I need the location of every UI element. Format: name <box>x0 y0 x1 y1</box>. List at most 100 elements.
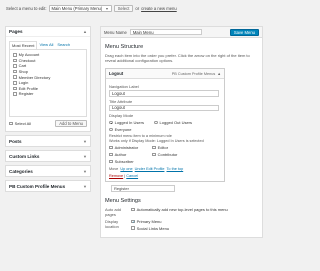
location-label: Primary Menu <box>136 219 162 225</box>
restrict-hint: Works only if Display Mode: Logged In Us… <box>109 138 204 143</box>
page-label: Register <box>18 91 34 97</box>
item-actions: Remove | Cancel <box>109 174 139 179</box>
role-checkbox[interactable] <box>109 159 113 164</box>
role-author[interactable]: Author <box>109 152 142 157</box>
location-social-links-menu[interactable]: Social Links Menu <box>131 226 169 231</box>
radio-logged-out[interactable]: Logged Out Users <box>153 120 193 125</box>
posts-box-title: Posts <box>9 138 22 144</box>
pb-custom-profile-menus-box: PB Custom Profile Menus ▼ <box>5 180 91 192</box>
navigation-label-input[interactable]: Logout <box>109 90 219 97</box>
remove-link[interactable]: Remove <box>109 174 123 178</box>
pages-box-header[interactable]: Pages ▲ <box>6 27 90 37</box>
cancel-link[interactable]: Cancel <box>126 174 138 178</box>
page-label: Login <box>18 80 29 86</box>
page-checkbox[interactable] <box>13 92 17 96</box>
title-attribute-input[interactable]: Logout <box>109 104 219 111</box>
location-checkbox[interactable] <box>131 220 135 224</box>
menu-item-register[interactable]: Register <box>111 185 175 193</box>
location-checkbox[interactable] <box>131 226 135 230</box>
menu-structure-description: Drag each item into the order you prefer… <box>105 53 250 63</box>
tab-most-recent[interactable]: Most Recent <box>9 41 38 49</box>
tab-search[interactable]: Search <box>55 41 72 49</box>
menu-item-register-label: Register <box>114 186 129 192</box>
page-label: Cart <box>18 63 27 69</box>
pages-box-title: Pages <box>9 29 23 34</box>
save-menu-button[interactable]: Save Menu <box>229 28 259 36</box>
categories-box-title: Categories <box>9 168 33 174</box>
list-item[interactable]: Register <box>13 91 83 97</box>
role-label: Author <box>114 152 127 158</box>
add-to-menu-button[interactable]: Add to Menu <box>55 120 87 127</box>
display-mode-label: Display Mode <box>109 113 134 118</box>
menu-structure-panel: Menu Structure Drag each item into the o… <box>100 38 263 238</box>
menu-name-input[interactable]: Main Menu <box>129 28 202 36</box>
move-links: Move Up one Under Edit Profile To the to… <box>109 167 221 171</box>
page-checkbox[interactable] <box>13 53 17 57</box>
role-label: Administrator <box>114 145 139 151</box>
location-primary-menu[interactable]: Primary Menu <box>131 219 169 224</box>
categories-box-header[interactable]: Categories ▼ <box>6 166 90 176</box>
select-all-checkbox[interactable] <box>9 121 13 126</box>
radio-label: Logged Out Users <box>159 120 193 125</box>
menu-settings: Menu Settings Auto add pages Automatical… <box>105 198 258 231</box>
chevron-down-icon: ▼ <box>105 6 109 11</box>
pb-custom-profile-menus-box-header[interactable]: PB Custom Profile Menus ▼ <box>6 181 90 191</box>
pages-list: My Account Checkout Cart Shop Member Dir… <box>9 49 87 117</box>
page-checkbox[interactable] <box>13 80 17 85</box>
auto-add-option[interactable]: Automatically add new top-level pages to… <box>131 207 228 212</box>
role-checkbox[interactable] <box>152 152 156 157</box>
custom-links-box-header[interactable]: Custom Links ▼ <box>6 151 90 161</box>
radio-logged-in[interactable]: Logged In Users <box>109 120 144 125</box>
select-all-label: Select All <box>14 121 32 126</box>
menu-name-bar: Menu Name Main Menu Save Menu <box>100 26 263 38</box>
radio-everyone[interactable]: Everyone <box>109 127 132 132</box>
select-all[interactable]: Select All <box>9 121 31 126</box>
menu-structure-title: Menu Structure <box>105 44 144 50</box>
chevron-up-icon[interactable]: ▲ <box>217 72 221 76</box>
auto-add-row: Auto add pages Automatically add new top… <box>105 207 258 217</box>
tab-view-all[interactable]: View All <box>37 41 55 49</box>
role-editor[interactable]: Editor <box>152 145 185 150</box>
role-contributor[interactable]: Contributor <box>152 152 185 157</box>
role-options: Administrator Editor Author Contributor … <box>109 145 221 164</box>
move-to-top-link[interactable]: To the top <box>167 167 184 171</box>
or-text: or <box>135 6 140 11</box>
radio-button[interactable] <box>153 120 158 125</box>
menu-select-bar: Select a menu to edit: Main Menu (Primar… <box>6 4 265 13</box>
menu-select-dropdown[interactable]: Main Menu (Primary Menu) ▼ <box>48 5 112 12</box>
role-administrator[interactable]: Administrator <box>109 145 142 150</box>
role-checkbox[interactable] <box>109 145 113 150</box>
role-label: Contributor <box>157 152 178 158</box>
page-checkbox[interactable] <box>13 86 17 91</box>
radio-button[interactable] <box>109 127 113 132</box>
page-checkbox[interactable] <box>13 58 17 63</box>
categories-box: Categories ▼ <box>5 165 91 177</box>
role-label: Editor <box>157 145 169 151</box>
menu-select-value: Main Menu (Primary Menu) <box>51 6 103 11</box>
radio-button[interactable] <box>109 120 113 125</box>
create-new-menu-link[interactable]: create a new menu <box>141 6 177 11</box>
display-location-label: Display location <box>105 219 119 230</box>
navigation-label-label: Navigation Label <box>109 84 139 89</box>
page-checkbox[interactable] <box>13 75 17 79</box>
menu-item-header[interactable]: Logout PB Custom Profile Menus ▲ <box>106 69 224 79</box>
move-label: Move <box>109 167 119 172</box>
role-checkbox[interactable] <box>152 145 156 150</box>
role-subscriber[interactable]: Subscriber <box>109 159 142 164</box>
page-checkbox[interactable] <box>13 64 17 68</box>
display-location-row: Display location Primary Menu Social Lin… <box>105 219 258 231</box>
select-button[interactable]: Select <box>113 5 134 12</box>
posts-box-header[interactable]: Posts ▼ <box>6 136 90 146</box>
radio-label: Everyone <box>114 127 132 132</box>
auto-add-checkbox[interactable] <box>131 207 135 212</box>
pb-custom-profile-menus-box-title: PB Custom Profile Menus <box>9 183 66 189</box>
chevron-down-icon: ▼ <box>83 168 87 174</box>
menu-name-label: Menu Name <box>104 29 127 35</box>
role-checkbox[interactable] <box>109 152 113 157</box>
page-checkbox[interactable] <box>13 69 17 74</box>
auto-add-text: Automatically add new top-level pages to… <box>136 207 228 213</box>
page-label: My Account <box>18 52 40 58</box>
move-under-link[interactable]: Under Edit Profile <box>135 167 165 171</box>
page-label: Edit Profile <box>18 85 38 91</box>
move-up-one-link[interactable]: Up one <box>120 167 132 171</box>
